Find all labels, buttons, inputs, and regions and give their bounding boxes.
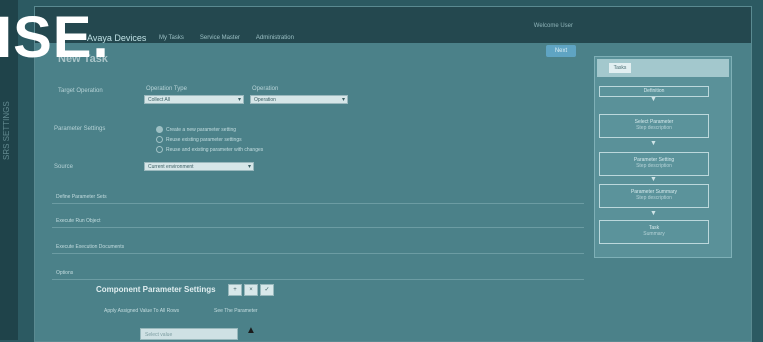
- add-button[interactable]: +: [228, 284, 242, 296]
- step-sub: Summary: [643, 231, 665, 237]
- target-operation-label: Target Operation: [58, 88, 103, 94]
- step-title: Definition: [643, 88, 665, 94]
- source-select[interactable]: Current environment: [144, 162, 254, 172]
- apply-all-rows-label[interactable]: Apply Assigned Value To All Rows: [104, 308, 179, 314]
- mouse-cursor-icon: ▲: [246, 325, 256, 336]
- see-parameter-checkbox[interactable]: See The Parameter: [214, 308, 258, 314]
- parameter-settings-label: Parameter Settings: [54, 126, 106, 132]
- workflow-step[interactable]: Parameter Summary Step description: [599, 184, 709, 208]
- workflow-tab[interactable]: Tasks: [609, 63, 631, 73]
- workflow-step[interactable]: Parameter Setting Step description: [599, 152, 709, 176]
- user-greeting[interactable]: Welcome User: [534, 23, 573, 29]
- radio-label: Reuse existing parameter settings: [166, 136, 242, 143]
- radio-label: Create a new parameter setting: [166, 126, 237, 133]
- nav-item-service-master[interactable]: Service Master: [200, 35, 240, 41]
- radio-unselected-icon: [156, 136, 163, 143]
- top-navigation-bar: Avaya Devices My Tasks Service Master Ad…: [35, 7, 751, 43]
- workflow-step[interactable]: Task Summary: [599, 220, 709, 244]
- nav-item-my-tasks[interactable]: My Tasks: [159, 35, 184, 41]
- radio-create-new[interactable]: Create a new parameter setting: [156, 126, 236, 133]
- confirm-button[interactable]: ✓: [260, 284, 274, 296]
- component-settings-title: Component Parameter Settings: [96, 285, 216, 294]
- section-define-parameter-sets[interactable]: Define Parameter Sets: [52, 190, 584, 204]
- down-arrow-icon: ▼: [650, 96, 657, 103]
- section-execute-run-object[interactable]: Execute Run Object: [52, 214, 584, 228]
- operation-label: Operation: [252, 86, 279, 92]
- radio-selected-icon: [156, 126, 163, 133]
- radio-unselected-icon: [156, 146, 163, 153]
- radio-reuse-with-changes[interactable]: Reuse and existing parameter with change…: [156, 146, 263, 153]
- section-options[interactable]: Options: [52, 266, 584, 280]
- next-button[interactable]: Next: [546, 45, 576, 57]
- step-sub: Step description: [636, 195, 672, 201]
- operation-type-label: Operation Type: [146, 86, 187, 92]
- value-input[interactable]: Select value: [140, 328, 238, 340]
- down-arrow-icon: ▼: [650, 140, 657, 147]
- nav-menu: My Tasks Service Master Administration: [159, 35, 294, 41]
- section-execute-execution-documents[interactable]: Execute Execution Documents: [52, 240, 584, 254]
- radio-reuse-existing[interactable]: Reuse existing parameter settings: [156, 136, 242, 143]
- step-sub: Step description: [636, 125, 672, 131]
- overlay-headline: ISE.: [0, 5, 110, 70]
- operation-type-select[interactable]: Collect All: [144, 95, 244, 105]
- nav-item-administration[interactable]: Administration: [256, 35, 294, 41]
- down-arrow-icon: ▼: [650, 210, 657, 217]
- workflow-panel-header: Tasks: [597, 59, 729, 77]
- step-sub: Step description: [636, 163, 672, 169]
- remove-button[interactable]: ×: [244, 284, 258, 296]
- bezel-label: SRS SETTINGS: [2, 101, 11, 160]
- source-label: Source: [54, 164, 74, 170]
- operation-select[interactable]: Operation: [250, 95, 348, 105]
- radio-label: Reuse and existing parameter with change…: [166, 146, 264, 153]
- down-arrow-icon: ▼: [650, 176, 657, 183]
- workflow-step[interactable]: Select Parameter Step description: [599, 114, 709, 138]
